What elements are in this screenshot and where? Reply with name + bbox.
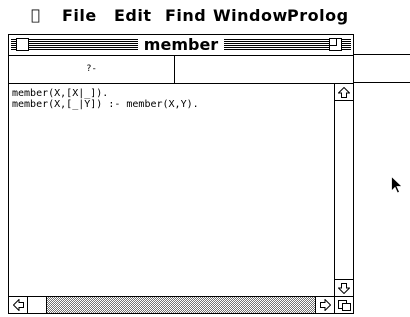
query-input[interactable] xyxy=(175,56,353,83)
menu-file[interactable]: File xyxy=(62,6,97,25)
scroll-left-arrow-icon[interactable] xyxy=(9,297,28,313)
size-box-icon[interactable] xyxy=(334,297,353,313)
menu-bar:  File Edit Find Window Prolog xyxy=(0,0,410,28)
query-prompt: ?- xyxy=(9,56,175,83)
horizontal-scrollbar[interactable] xyxy=(9,296,353,313)
scroll-up-arrow-icon[interactable] xyxy=(335,84,353,101)
text-area[interactable]: member(X,[X|_]). member(X,[_|Y]) :- memb… xyxy=(9,84,334,296)
scroll-thumb[interactable] xyxy=(28,297,47,313)
query-row: ?- xyxy=(9,56,353,84)
scroll-track[interactable] xyxy=(47,297,316,313)
menu-find[interactable]: Find xyxy=(165,6,206,25)
vertical-scrollbar[interactable] xyxy=(334,84,353,296)
code-line: member(X,[X|_]). xyxy=(12,88,109,99)
title-bar[interactable]: member xyxy=(9,35,353,56)
code-line: member(X,[_|Y]) :- member(X,Y). xyxy=(12,99,199,110)
zoom-box[interactable] xyxy=(329,38,342,51)
close-box[interactable] xyxy=(16,38,29,51)
mouse-pointer-icon xyxy=(391,175,403,198)
background-window-edge xyxy=(353,82,410,83)
scroll-down-arrow-icon[interactable] xyxy=(335,279,353,296)
apple-menu-icon[interactable]:  xyxy=(31,6,40,24)
scroll-right-arrow-icon[interactable] xyxy=(315,297,334,313)
menu-window[interactable]: Window xyxy=(213,6,288,25)
menu-edit[interactable]: Edit xyxy=(114,6,152,25)
background-window-edge xyxy=(353,54,410,55)
menu-prolog[interactable]: Prolog xyxy=(287,6,349,25)
title-bar-stripes xyxy=(11,39,351,51)
document-window: member ?- member(X,[X|_]). member(X,[_|Y… xyxy=(8,34,354,314)
